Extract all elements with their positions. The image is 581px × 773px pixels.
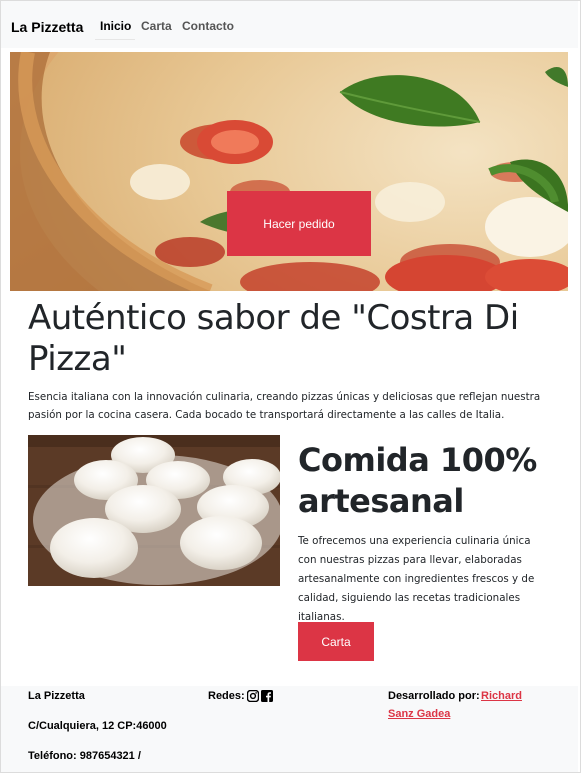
brand-logo[interactable]: La Pizzetta	[11, 19, 83, 35]
instagram-icon[interactable]	[247, 690, 259, 702]
footer-address: C/Cualquiera, 12 CP:46000	[28, 720, 167, 732]
footer-dev-label: Desarrollado por:	[388, 690, 480, 702]
feature-title: Comida 100% artesanal	[298, 441, 537, 520]
nav-link-contacto[interactable]: Contacto	[182, 19, 234, 33]
developer-link-line2[interactable]: Sanz Gadea	[388, 708, 450, 720]
main-title: Auténtico sabor de "Costra Di Pizza"	[28, 298, 519, 379]
developer-link-line1[interactable]: Richard	[481, 690, 522, 702]
hero-banner: Hacer pedido	[10, 52, 568, 291]
footer-phone: Teléfono: 987654321 /	[28, 750, 141, 762]
nav-link-inicio[interactable]: Inicio	[100, 19, 131, 33]
footer: La Pizzetta C/Cualquiera, 12 CP:46000 Te…	[1, 686, 578, 772]
menu-button[interactable]: Carta	[298, 622, 374, 661]
main-description: Esencia italiana con la innovación culin…	[28, 391, 541, 421]
feature-description: Te ofrecemos una experiencia culinaria ú…	[298, 535, 535, 623]
order-button[interactable]: Hacer pedido	[227, 191, 371, 256]
social-icons	[247, 690, 273, 702]
nav-active-indicator	[95, 39, 135, 40]
dough-balls-image	[28, 435, 280, 586]
nav-link-carta[interactable]: Carta	[141, 19, 172, 33]
navbar: La Pizzetta Inicio Carta Contacto	[1, 1, 578, 48]
facebook-icon[interactable]	[261, 690, 273, 702]
footer-social-label: Redes:	[208, 690, 245, 702]
footer-brand: La Pizzetta	[28, 690, 85, 702]
